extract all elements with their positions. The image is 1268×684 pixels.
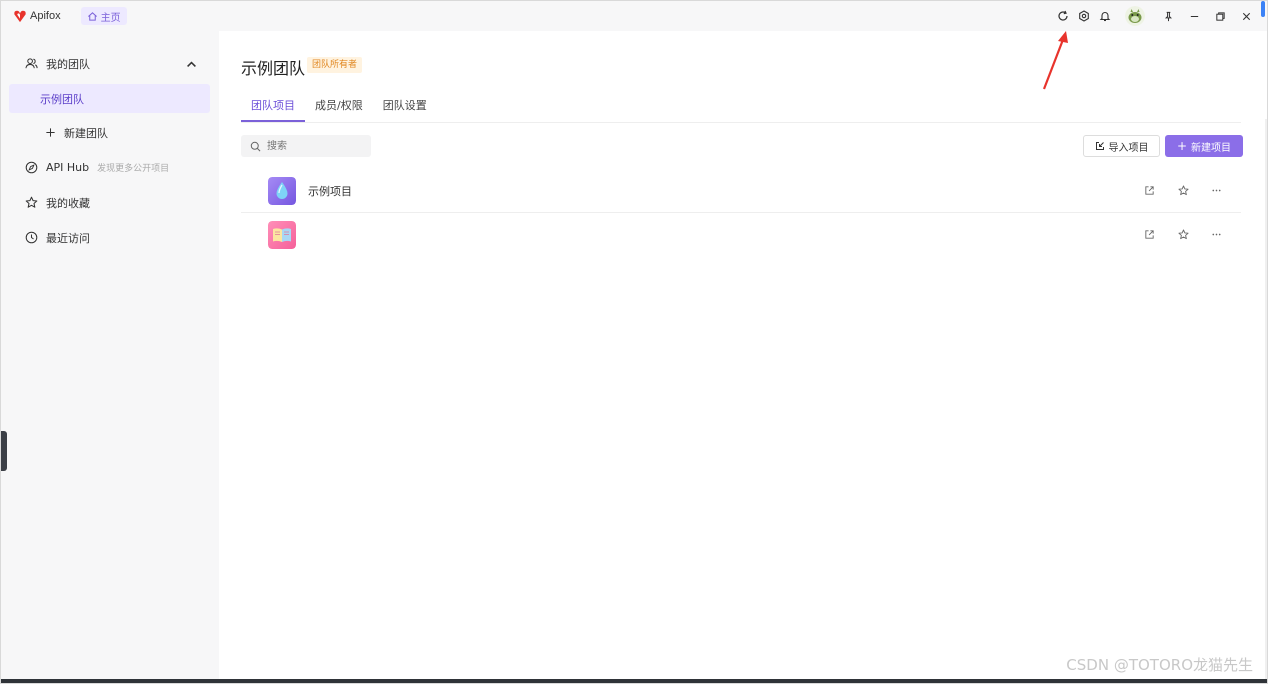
sidebar-item-recent[interactable]: 最近访问 (9, 223, 210, 252)
external-link-icon (1144, 229, 1154, 239)
project-row[interactable]: 示例项目 (241, 169, 1241, 213)
star-icon (1177, 184, 1189, 195)
more-options-button[interactable] (1208, 226, 1224, 242)
tab-members[interactable]: 成员/权限 (305, 93, 373, 122)
star-icon (25, 196, 38, 208)
sidebar-resize-handle[interactable] (1, 431, 7, 471)
open-project-button[interactable] (1141, 182, 1157, 198)
watermark: CSDN @TOTORO龙猫先生 (1066, 656, 1253, 674)
sidebar-item-label: 我的收藏 (46, 196, 90, 210)
home-tab[interactable]: 主页 (80, 7, 127, 25)
sidebar-item-example-team[interactable]: 示例团队 (9, 84, 210, 113)
restore-button[interactable] (1207, 1, 1233, 31)
compass-icon (25, 161, 38, 174)
droplet-icon (268, 177, 296, 205)
main-content: 示例团队 团队所有者 团队项目 成员/权限 团队设置 导入项目 + 新建项目 (219, 31, 1267, 681)
tab-divider (241, 122, 1241, 123)
apifox-logo-icon (14, 10, 26, 23)
users-icon (25, 58, 38, 69)
favorite-project-button[interactable] (1175, 226, 1191, 242)
import-project-button[interactable]: 导入项目 (1083, 135, 1160, 157)
sidebar-item-label: 最近访问 (46, 231, 90, 245)
pin-button[interactable] (1155, 1, 1181, 31)
status-badge: 团队所有者 (307, 57, 363, 73)
sidebar-item-label: 新建团队 (64, 126, 108, 140)
home-tab-label: 主页 (100, 12, 121, 24)
plus-icon (46, 128, 55, 137)
external-link-icon (1144, 185, 1154, 195)
avatar[interactable] (1125, 6, 1145, 26)
search-box[interactable] (241, 135, 371, 157)
sidebar-item-my-team[interactable]: 我的团队 (9, 49, 210, 78)
open-project-button[interactable] (1141, 226, 1157, 242)
sync-button[interactable] (1053, 6, 1073, 26)
window-edge-accent (1261, 1, 1265, 17)
sidebar-item-api-hub[interactable]: API Hub 发现更多公开项目 (9, 153, 210, 182)
project-row[interactable] (241, 213, 1241, 257)
sidebar: 我的团队 示例团队 新建团队 API Hub 发现更多公开项目 我的收藏 最近访… (1, 31, 219, 681)
titlebar-actions (1052, 1, 1267, 31)
new-project-button[interactable]: + 新建项目 (1165, 135, 1243, 157)
project-name[interactable]: 示例项目 (308, 183, 352, 199)
brand: Apifox (13, 9, 61, 23)
close-button[interactable] (1233, 1, 1259, 31)
search-icon (250, 141, 261, 151)
app-name: Apifox (30, 10, 61, 22)
home-icon (87, 11, 97, 21)
chevron-up-icon[interactable] (185, 58, 198, 71)
import-project-label: 导入项目 (1108, 142, 1149, 154)
sync-icon (1058, 10, 1068, 21)
more-options-button[interactable] (1208, 182, 1224, 198)
tab-bar: 团队项目 成员/权限 团队设置 (241, 93, 437, 123)
sidebar-item-label: 我的团队 (46, 57, 90, 71)
more-icon (1211, 189, 1221, 191)
tab-team-projects[interactable]: 团队项目 (241, 93, 305, 122)
bottom-edge (1, 679, 1267, 683)
minimize-button[interactable] (1181, 1, 1207, 31)
sidebar-item-new-team[interactable]: 新建团队 (9, 118, 210, 147)
notifications-button[interactable] (1095, 6, 1115, 26)
restore-icon (1215, 11, 1225, 21)
settings-button[interactable] (1074, 6, 1094, 26)
minimize-icon (1190, 15, 1198, 17)
sidebar-item-favorites[interactable]: 我的收藏 (9, 188, 210, 217)
favorite-project-button[interactable] (1175, 182, 1191, 198)
plus-icon: + (1176, 139, 1188, 153)
star-icon (1177, 228, 1189, 239)
sidebar-item-label: 示例团队 (40, 92, 84, 106)
sidebar-item-label: API Hub (46, 161, 90, 174)
clock-icon (25, 231, 38, 244)
page-title: 示例团队 (241, 59, 306, 78)
api-hub-subtitle: 发现更多公开项目 (97, 164, 170, 174)
annotation-arrow-icon (1042, 31, 1068, 90)
search-input[interactable] (265, 139, 365, 153)
pin-icon (1164, 11, 1172, 21)
close-icon (1242, 12, 1250, 20)
tab-team-settings[interactable]: 团队设置 (373, 93, 437, 122)
new-project-label: 新建项目 (1191, 142, 1232, 154)
title-bar: Apifox 主页 (1, 1, 1267, 31)
app-window: Apifox 主页 我的团队 示例团队 新建团队 API Hub 发现更多公开项… (0, 0, 1268, 684)
settings-icon (1079, 10, 1089, 22)
more-icon (1211, 233, 1221, 235)
book-icon (268, 221, 296, 249)
import-icon (1095, 142, 1104, 150)
bell-icon (1099, 12, 1111, 22)
